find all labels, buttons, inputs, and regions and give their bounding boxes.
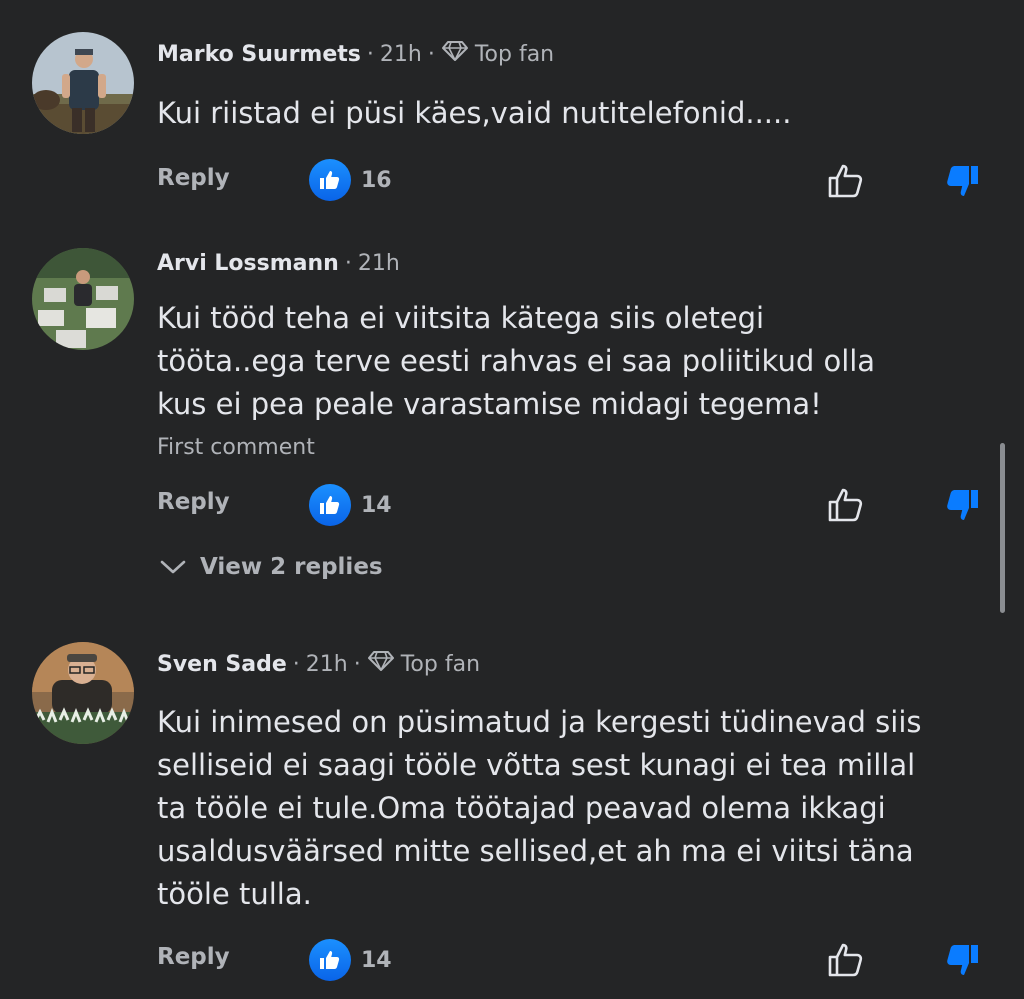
view-replies-label: View 2 replies [200,554,383,580]
separator: · [292,651,300,677]
thumbs-up-reaction-icon[interactable] [309,939,351,981]
comment-text: Kui tööd teha ei viitsita kätega siis ol… [157,297,1007,426]
reply-button[interactable]: Reply [157,165,230,191]
reply-button[interactable]: Reply [157,944,230,970]
author-name[interactable]: Sven Sade [157,652,287,677]
timestamp[interactable]: 21h [306,652,348,677]
comment-text-line: tööta..ega terve eesti rahvas ei saa pol… [157,344,876,378]
thumbs-down-filled-icon[interactable] [942,485,982,525]
top-fan-badge: Top fan [400,651,481,677]
comment-text-line: kus ei pea peale varastamise midagi tege… [157,387,822,421]
thumbs-up-reaction-icon[interactable] [309,484,351,526]
like-count: 14 [361,493,392,518]
comment-text-line: usaldusväärsed mitte sellised,et ah ma e… [157,834,914,868]
thumbs-up-outline-icon[interactable] [826,161,866,201]
thumbs-down-filled-icon[interactable] [942,161,982,201]
avatar[interactable] [32,248,134,350]
reply-button[interactable]: Reply [157,489,230,515]
diamond-icon [367,650,395,678]
thumbs-up-outline-icon[interactable] [826,485,866,525]
separator: · [366,41,374,67]
comment-meta: Sven Sade · 21h · Top fan [157,650,480,678]
avatar[interactable] [32,642,134,744]
separator: · [427,41,435,67]
comment-text: Kui inimesed on püsimatud ja kergesti tü… [157,701,1007,916]
comment-text: Kui riistad ei püsi käes,vaid nutitelefo… [157,96,792,130]
first-comment-label: First comment [157,435,315,460]
diamond-icon [441,40,469,68]
author-name[interactable]: Marko Suurmets [157,42,361,67]
author-name[interactable]: Arvi Lossmann [157,251,339,276]
comment-text-line: Kui inimesed on püsimatud ja kergesti tü… [157,705,922,739]
view-replies-button[interactable]: View 2 replies [160,554,383,580]
like-count: 16 [361,168,392,193]
comment-text-line: Kui tööd teha ei viitsita kätega siis ol… [157,301,765,335]
like-count: 14 [361,948,392,973]
thumbs-up-reaction-icon[interactable] [309,159,351,201]
avatar[interactable] [32,32,134,134]
comment-meta: Marko Suurmets · 21h · Top fan [157,40,554,68]
comment-text-line: ta tööle ei tule.Oma töötajad peavad ole… [157,791,886,825]
comment-text-line: tööle tulla. [157,877,312,911]
top-fan-badge: Top fan [474,41,555,67]
separator: · [353,651,361,677]
comment-meta: Arvi Lossmann · 21h [157,251,400,276]
chevron-down-icon [160,560,186,574]
thumbs-up-outline-icon[interactable] [826,940,866,980]
timestamp[interactable]: 21h [380,42,422,67]
comment-text-line: selliseid ei saagi tööle võtta sest kuna… [157,748,916,782]
thumbs-down-filled-icon[interactable] [942,940,982,980]
timestamp[interactable]: 21h [358,251,400,276]
separator: · [344,251,352,276]
scrollbar[interactable] [1000,443,1005,613]
